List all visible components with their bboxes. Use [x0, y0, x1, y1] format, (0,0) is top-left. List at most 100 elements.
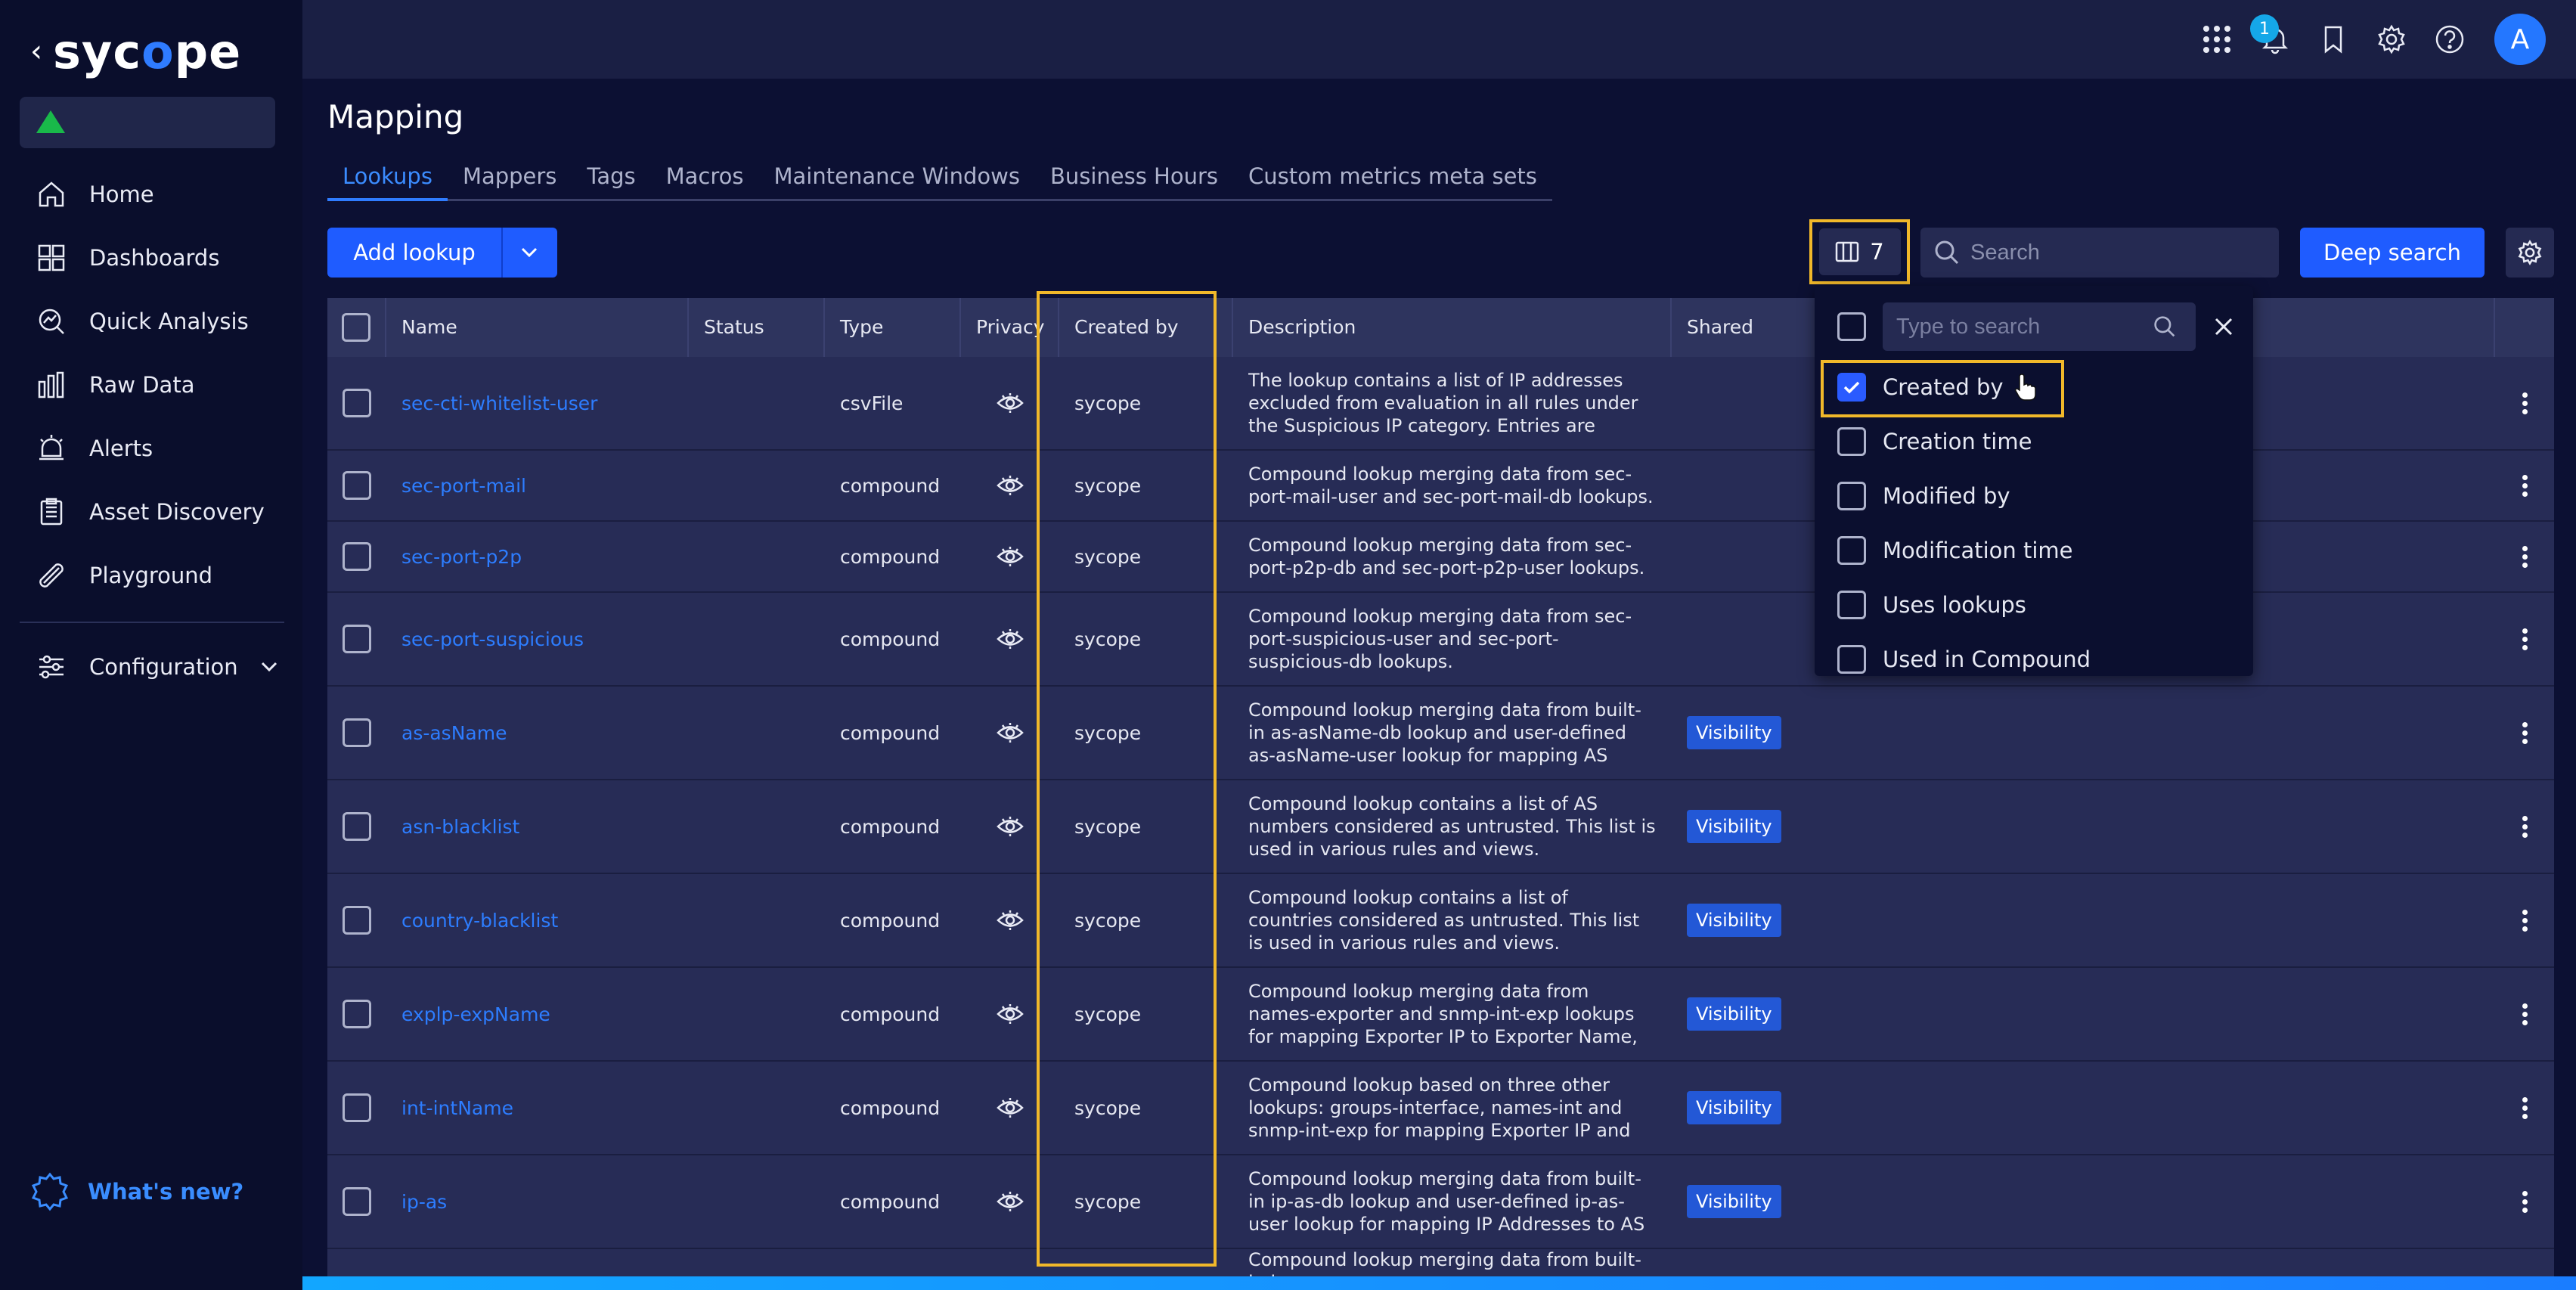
add-lookup-label[interactable]: Add lookup — [327, 228, 503, 278]
row-actions-menu[interactable] — [2495, 968, 2554, 1060]
column-search-input[interactable] — [1896, 314, 2153, 340]
tab-custom-metrics-meta-sets[interactable]: Custom metrics meta sets — [1233, 159, 1552, 201]
row-actions-menu[interactable] — [2495, 357, 2554, 449]
tab-lookups[interactable]: Lookups — [327, 159, 448, 201]
lookup-name-link[interactable]: sec-cti-whitelist-user — [386, 357, 689, 449]
back-chevron-icon[interactable]: ‹ — [30, 34, 42, 69]
row-checkbox[interactable] — [343, 718, 371, 747]
close-icon[interactable] — [2214, 317, 2233, 336]
table-settings-button[interactable] — [2506, 228, 2554, 278]
column-option-checkbox[interactable] — [1837, 591, 1866, 619]
select-all-checkbox[interactable] — [342, 313, 370, 342]
privacy-cell — [961, 593, 1059, 685]
lookup-status — [689, 874, 825, 966]
column-picker-button[interactable]: 7 — [1818, 228, 1901, 275]
table-row[interactable]: asn-blacklist compound sycope Compound look… — [327, 780, 2554, 874]
row-actions-menu[interactable] — [2495, 687, 2554, 779]
sidebar-item-label: Dashboards — [89, 245, 220, 271]
column-option[interactable]: Modification time — [1837, 529, 2073, 572]
help-icon[interactable] — [2432, 22, 2467, 57]
row-actions-menu[interactable] — [2495, 780, 2554, 873]
lookup-name-link[interactable]: asn-blacklist — [386, 780, 689, 873]
column-option[interactable]: Creation time — [1837, 420, 2032, 463]
lookup-name-link[interactable]: int-intName — [386, 1062, 689, 1154]
column-option-checkbox[interactable] — [1837, 645, 1866, 674]
shared-cell: Visibility — [1672, 1155, 1823, 1248]
user-avatar[interactable]: A — [2494, 14, 2546, 65]
header-created-by[interactable]: Created by — [1059, 298, 1233, 357]
table-row[interactable]: as-asName compound sycope Compound lookup m… — [327, 687, 2554, 780]
lookup-name-link[interactable]: ip-as — [386, 1155, 689, 1248]
table-row[interactable]: int-intName compound sycope Compound lookup… — [327, 1062, 2554, 1155]
column-option-checkbox[interactable] — [1837, 482, 1866, 510]
select-all-columns-checkbox[interactable] — [1837, 312, 1866, 341]
row-checkbox[interactable] — [343, 1093, 371, 1122]
row-checkbox[interactable] — [343, 471, 371, 500]
deep-search-button[interactable]: Deep search — [2300, 228, 2485, 278]
lookup-name-link[interactable]: as-asName — [386, 687, 689, 779]
apps-grid-icon[interactable] — [2199, 22, 2234, 57]
row-actions-menu[interactable] — [2495, 1062, 2554, 1154]
row-checkbox[interactable] — [343, 625, 371, 653]
sidebar-item-quick-analysis[interactable]: Quick Analysis — [20, 290, 284, 353]
system-status-box[interactable] — [20, 97, 275, 148]
sidebar-item-raw-data[interactable]: Raw Data — [20, 353, 284, 417]
row-checkbox[interactable] — [343, 389, 371, 417]
row-checkbox[interactable] — [343, 1000, 371, 1028]
lookup-name-link[interactable]: sec-port-suspicious — [386, 593, 689, 685]
lookup-name-link[interactable]: explp-expName — [386, 968, 689, 1060]
search-input[interactable] — [1970, 240, 2258, 265]
row-checkbox[interactable] — [343, 542, 371, 571]
bookmark-icon[interactable] — [2316, 22, 2351, 57]
row-checkbox[interactable] — [343, 812, 371, 841]
tab-tags[interactable]: Tags — [572, 159, 650, 201]
header-description[interactable]: Description — [1233, 298, 1672, 357]
row-actions-menu[interactable] — [2495, 593, 2554, 685]
table-row[interactable]: explp-expName compound sycope Compound look… — [327, 968, 2554, 1062]
column-option[interactable]: Uses lookups — [1837, 584, 2026, 626]
sidebar-item-dashboards[interactable]: Dashboards — [20, 226, 284, 290]
notifications-bell-icon[interactable]: 1 — [2250, 14, 2292, 57]
tab-macros[interactable]: Macros — [651, 159, 759, 201]
table-row[interactable]: ip-as compound sycope Compound lookup mergi… — [327, 1155, 2554, 1249]
header-name[interactable]: Name — [386, 298, 689, 357]
sidebar-item-home[interactable]: Home — [20, 163, 284, 226]
column-option-checkbox[interactable] — [1837, 427, 1866, 456]
column-option-checkbox[interactable] — [1837, 536, 1866, 565]
sidebar-item-asset-discovery[interactable]: Asset Discovery — [20, 480, 284, 544]
row-actions-menu[interactable] — [2495, 451, 2554, 520]
shared-cell: Visibility — [1672, 1062, 1823, 1154]
logo[interactable]: ‹ sycope — [30, 21, 241, 82]
shared-cell: Visibility — [1672, 874, 1823, 966]
lookup-name-link[interactable]: sec-port-p2p — [386, 522, 689, 591]
column-search-box[interactable] — [1883, 302, 2196, 351]
sidebar-item-playground[interactable]: Playground — [20, 544, 284, 607]
row-checkbox[interactable] — [343, 1187, 371, 1216]
row-actions-menu[interactable] — [2495, 522, 2554, 591]
whats-new-link[interactable]: What's new? — [30, 1172, 243, 1211]
header-status[interactable]: Status — [689, 298, 825, 357]
sidebar-item-configuration[interactable]: Configuration — [20, 635, 284, 699]
description-text: Compound lookup contains a list of count… — [1248, 887, 1640, 954]
header-privacy[interactable]: Privacy — [961, 298, 1059, 357]
search-box[interactable] — [1920, 228, 2279, 278]
lookup-name-link[interactable]: country-blacklist — [386, 874, 689, 966]
add-lookup-button[interactable]: Add lookup — [327, 228, 557, 278]
row-actions-menu[interactable] — [2495, 1155, 2554, 1248]
tab-mappers[interactable]: Mappers — [448, 159, 572, 201]
header-type[interactable]: Type — [825, 298, 961, 357]
lookup-name-link[interactable]: sec-port-mail — [386, 451, 689, 520]
row-actions-menu[interactable] — [2495, 874, 2554, 966]
page-title: Mapping — [327, 98, 464, 135]
column-option[interactable]: Used in Compound — [1837, 638, 2091, 676]
new-badge-icon — [30, 1172, 70, 1211]
table-row[interactable]: country-blacklist compound sycope Compound … — [327, 874, 2554, 968]
header-shared[interactable]: Shared — [1672, 298, 1823, 357]
tab-maintenance-windows[interactable]: Maintenance Windows — [759, 159, 1035, 201]
row-checkbox[interactable] — [343, 906, 371, 935]
tab-business-hours[interactable]: Business Hours — [1035, 159, 1233, 201]
sidebar-item-alerts[interactable]: Alerts — [20, 417, 284, 480]
column-option[interactable]: Modified by — [1837, 475, 2010, 517]
settings-gear-icon[interactable] — [2374, 22, 2409, 57]
add-lookup-dropdown-toggle[interactable] — [503, 228, 556, 278]
